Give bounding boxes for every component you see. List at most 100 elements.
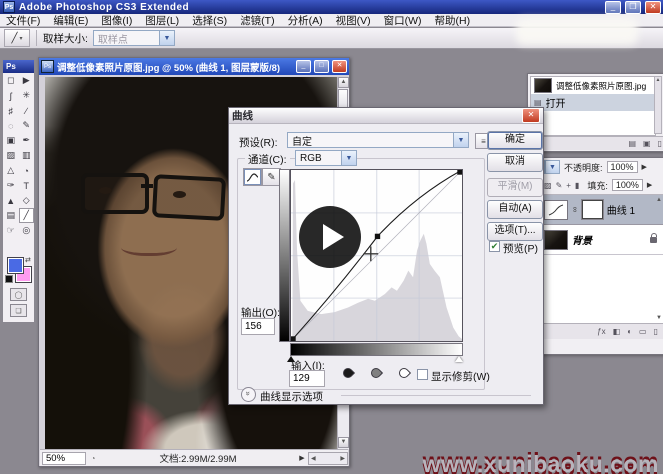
layer-style-icon[interactable]: ƒx [597,327,605,336]
expander-button[interactable]: » [241,387,256,402]
scroll-left-icon[interactable]: ◀ [309,455,316,462]
history-snapshot-row[interactable]: 调整低像素照片原图.jpg [531,77,655,94]
notes-tool-icon[interactable]: ▤ [3,208,19,223]
scroll-down-icon[interactable]: ▼ [338,437,349,448]
fill-slider-arrow-icon[interactable]: ▶ [647,181,652,189]
adjustment-layer-icon[interactable]: ◐ [627,327,632,336]
lock-position-icon[interactable]: + [566,181,571,190]
close-button[interactable]: ✕ [645,1,661,14]
crop-tool-icon[interactable]: ♯ [3,103,19,118]
curves-adjustment-thumbnail[interactable] [544,200,568,220]
white-point-slider[interactable] [455,356,463,362]
delete-state-icon[interactable]: ▯ [658,139,662,148]
pen-tool-icon[interactable]: ✑ [3,178,19,193]
history-brush-tool-icon[interactable]: ✒ [19,133,35,148]
shape-tool-icon[interactable]: ◇ [19,193,35,208]
opacity-slider-arrow-icon[interactable]: ▶ [642,163,647,171]
document-titlebar[interactable]: Ps 调整低像素照片原图.jpg @ 50% (曲线 1, 图层蒙版/8) _ … [39,58,349,75]
curve-display-options-label[interactable]: 曲线显示选项 [260,389,323,404]
channel-select[interactable]: RGB ▼ [295,150,357,166]
input-field[interactable]: 129 [289,370,325,387]
healing-brush-tool-icon[interactable]: ◌ [3,118,19,133]
opacity-value[interactable]: 100% [607,161,638,173]
magic-wand-tool-icon[interactable]: ✳ [19,88,35,103]
scroll-up-icon[interactable]: ▲ [338,77,349,88]
scroll-up-icon[interactable]: ▲ [656,197,662,203]
menu-filter[interactable]: 滤镜(T) [240,13,274,28]
options-button[interactable]: 选项(T)... [487,222,543,241]
curves-dialog-titlebar[interactable]: 曲线 ✕ [229,108,543,124]
swap-colors-icon[interactable]: ⇄ [25,256,31,264]
new-document-from-state-icon[interactable]: ▤ [628,139,636,148]
menu-analysis[interactable]: 分析(A) [288,13,323,28]
menu-window[interactable]: 窗口(W) [384,13,422,28]
horizontal-scrollbar[interactable]: ◀ ▶ [308,452,348,465]
menu-file[interactable]: 文件(F) [6,13,40,28]
eyedropper-tool-preset[interactable]: ╱ ▾ [4,29,30,47]
path-select-tool-icon[interactable]: ▲ [3,193,19,208]
layer-name[interactable]: 曲线 1 [607,202,635,217]
auto-button[interactable]: 自动(A) [487,200,543,219]
rect-marquee-tool-icon[interactable]: ◻ [3,73,19,88]
preview-checkbox[interactable]: ✔ [489,241,500,252]
scroll-up-icon[interactable]: ▲ [655,77,661,83]
new-layer-icon[interactable]: ▯ [654,327,658,336]
restore-button[interactable]: ❐ [625,1,641,14]
history-state-open[interactable]: ▤ 打开 [531,94,655,111]
layer-mask-link-icon[interactable]: ∞ [570,207,579,213]
output-field[interactable]: 156 [241,318,275,335]
menu-image[interactable]: 图像(I) [101,13,132,28]
quick-mask-button[interactable]: ◯ [10,288,27,301]
show-clipping-checkbox[interactable] [417,369,428,380]
edit-points-curve-icon[interactable] [243,168,262,186]
dodge-tool-icon[interactable]: ◔ [19,163,35,178]
blur-tool-icon[interactable]: △ [3,163,19,178]
type-tool-icon[interactable]: T [19,178,35,193]
add-mask-icon[interactable]: ◧ [613,327,621,336]
lock-pixels-icon[interactable]: ✎ [556,181,563,190]
status-menu-arrow-icon[interactable]: ▶ [296,454,308,462]
foreground-color-swatch[interactable] [7,257,24,274]
eraser-tool-icon[interactable]: ▨ [3,148,19,163]
new-snapshot-icon[interactable]: ▣ [643,139,651,148]
zoom-field[interactable]: 50% [42,452,86,465]
layer-row-curves[interactable]: ∞ 曲线 1 ▲ [541,195,663,225]
sample-size-select[interactable]: 取样点 ▼ [93,30,175,46]
video-play-button[interactable] [299,206,361,268]
move-tool-icon[interactable]: ▶ [19,73,35,88]
lasso-tool-icon[interactable]: ʃ [3,88,19,103]
background-layer-thumbnail[interactable] [544,230,568,250]
menu-edit[interactable]: 编辑(E) [53,13,88,28]
brush-tool-icon[interactable]: ✎ [19,118,35,133]
default-colors-icon[interactable] [5,275,13,283]
blend-mode-select[interactable]: ▼ [544,160,560,174]
layer-mask-thumbnail[interactable] [582,200,603,219]
minimize-button[interactable]: _ [605,1,621,14]
doc-maximize-button[interactable]: □ [314,60,329,73]
menu-layer[interactable]: 图层(L) [145,13,179,28]
fill-value[interactable]: 100% [612,179,643,191]
scroll-down-icon[interactable]: ▼ [656,315,662,321]
menu-select[interactable]: 选择(S) [192,13,227,28]
toolbox-header[interactable]: Ps [3,60,34,73]
scroll-right-icon[interactable]: ▶ [340,455,347,462]
curve-point[interactable] [375,234,380,239]
zoom-tool-icon[interactable]: ◎ [19,223,35,238]
menu-help[interactable]: 帮助(H) [435,13,471,28]
gradient-tool-icon[interactable]: ▥ [19,148,35,163]
layer-name[interactable]: 背景 [572,232,592,247]
preset-select[interactable]: 自定 ▼ [287,132,469,148]
menu-view[interactable]: 视图(V) [336,13,371,28]
lock-all-icon[interactable]: ▮ [575,181,579,190]
layer-row-background[interactable]: 背景 [541,225,663,255]
hand-tool-icon[interactable]: ☞ [3,223,19,238]
curves-close-button[interactable]: ✕ [522,108,540,123]
ok-button[interactable]: 确定 [487,131,543,150]
doc-close-button[interactable]: ✕ [332,60,347,73]
cancel-button[interactable]: 取消 [487,153,543,172]
clone-stamp-tool-icon[interactable]: ▣ [3,133,19,148]
screen-mode-button[interactable]: ❏ [10,304,27,317]
layer-group-icon[interactable]: ▭ [639,327,647,336]
doc-minimize-button[interactable]: _ [296,60,311,73]
slice-tool-icon[interactable]: ∕ [19,103,35,118]
